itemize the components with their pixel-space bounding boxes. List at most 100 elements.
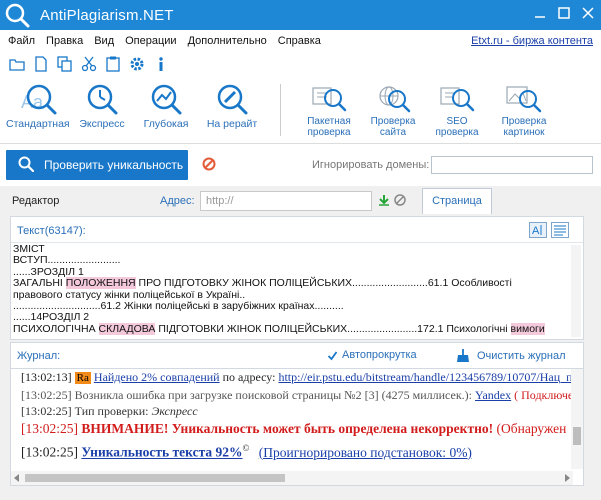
seo-magnifier-icon	[440, 87, 475, 112]
copy-icon[interactable]	[56, 55, 74, 73]
images-check-label-2: картинок	[503, 127, 545, 138]
close-icon[interactable]	[581, 6, 595, 20]
text-format-icon[interactable]: A	[529, 222, 547, 241]
journal-hscrollbar[interactable]	[11, 471, 573, 485]
site-check-label-2: сайта	[379, 127, 407, 138]
text-editor[interactable]: ЗМІСТ ВСТУП......................... ...…	[13, 244, 569, 340]
paste-icon[interactable]	[104, 55, 122, 73]
source-url-link[interactable]: http://eir.pstu.edu/bitstream/handle/123…	[278, 370, 583, 384]
express-check-label: Экспресс	[79, 118, 125, 130]
cut-icon[interactable]	[80, 55, 98, 73]
check-uniqueness-label: Проверить уникальность	[44, 158, 184, 172]
editor-label: Редактор	[12, 195, 60, 207]
tab-page[interactable]: Страница	[422, 188, 492, 214]
text-line: ..............................61.2 Жінки…	[13, 300, 344, 313]
text-scrollbar[interactable]	[571, 245, 581, 337]
clear-journal-label: Очистить журнал	[477, 350, 566, 362]
highlight-match: ПОЛОЖЕННЯ	[65, 277, 136, 290]
stop-check-icon[interactable]	[202, 157, 216, 174]
menu-operations[interactable]: Операции	[125, 35, 176, 47]
scroll-right-icon[interactable]	[565, 474, 570, 482]
autoscroll-checkbox[interactable]: Автопрокрутка	[327, 349, 417, 361]
journal-header: Журнал: Автопрокрутка Очистить журнал	[10, 342, 584, 368]
standard-magnifier-icon: Aa	[21, 84, 57, 115]
text-panel: Текст(63147): A ЗМІСТ ВСТУП.............…	[10, 216, 584, 340]
address-input[interactable]: http://	[200, 191, 372, 211]
text-line: ЗАГАЛЬНІ ПОЛОЖЕННЯ ПРО ПІДГОТОВКУ ЖІНОК …	[13, 277, 512, 290]
uniqueness-result-link[interactable]: Уникальность текста 92%	[81, 445, 242, 460]
express-check-button[interactable]: Экспресс	[76, 82, 128, 130]
svg-text:A: A	[532, 225, 540, 237]
highlight-match: СКЛАДОВА	[98, 322, 156, 335]
check-row: Проверить уникальность Игнорировать доме…	[0, 144, 601, 186]
yandex-link[interactable]: Yandex	[475, 388, 511, 402]
ignored-substitutions-link[interactable]: (Проигнорировано подстановок: 0%)	[259, 445, 472, 460]
matches-link[interactable]: Найдено 2% совпадений	[94, 370, 220, 384]
etxt-link[interactable]: Etxt.ru - биржа контента	[471, 35, 593, 47]
menu-file[interactable]: Файл	[8, 35, 35, 47]
pen-magnifier-icon	[217, 84, 248, 115]
ignore-domains-label: Игнорировать домены:	[312, 159, 430, 171]
check-types-toolbar: Aa Стандартная Экспресс Глубокая На рера…	[0, 76, 601, 144]
deep-check-label: Глубокая	[143, 118, 189, 130]
broom-icon	[457, 349, 469, 362]
standard-check-label: Стандартная	[6, 118, 70, 130]
images-check-label-1: Проверка	[501, 116, 547, 127]
ignore-domains-input[interactable]	[431, 156, 593, 174]
log-entry-warning: [13:02:25] ВНИМАНИЕ! Уникальность может …	[21, 421, 567, 436]
highlight-match: вимоги	[510, 322, 545, 335]
menu-extra[interactable]: Дополнительно	[188, 35, 267, 47]
new-file-icon[interactable]	[32, 55, 50, 73]
log-entry: [13:02:25] Тип проверки: Экспресс	[21, 404, 198, 418]
batch-magnifier-icon	[312, 87, 347, 112]
toolbar-separator	[280, 84, 281, 136]
graph-magnifier-icon	[151, 84, 182, 115]
log-entry-result: [13:02:25] Уникальность текста 92%© (Про…	[21, 443, 472, 460]
menu-help[interactable]: Справка	[278, 35, 321, 47]
seo-check-button[interactable]: SEO проверка	[426, 82, 488, 138]
title-bar: AntiPlagiarism.NET	[0, 0, 601, 30]
text-line: ПСИХОЛОГІЧНА СКЛАДОВА ПІДГОТОВКИ ЖІНОК П…	[13, 322, 545, 335]
image-magnifier-icon	[506, 86, 542, 113]
seo-check-label-1: SEO	[446, 116, 468, 127]
rewrite-check-button[interactable]: На рерайт	[202, 82, 262, 130]
checkmark-icon	[327, 350, 338, 360]
site-check-label-1: Проверка	[370, 116, 416, 127]
window-title: AntiPlagiarism.NET	[40, 6, 174, 24]
editor-header: Редактор Адрес: http:// Страница	[4, 186, 597, 216]
minimize-icon[interactable]	[533, 6, 547, 20]
address-label: Адрес:	[160, 195, 195, 207]
batch-check-button[interactable]: Пакетная проверка	[298, 82, 360, 138]
check-uniqueness-button[interactable]: Проверить уникальность	[6, 150, 188, 180]
clock-magnifier-icon	[87, 84, 118, 115]
site-check-button[interactable]: Проверка сайта	[362, 82, 424, 138]
maximize-icon[interactable]	[557, 6, 571, 20]
deep-check-button[interactable]: Глубокая	[140, 82, 192, 130]
seo-check-label-2: проверка	[435, 127, 479, 138]
settings-gear-icon[interactable]	[128, 55, 146, 73]
small-toolbar	[0, 52, 601, 76]
menu-view[interactable]: Вид	[94, 35, 114, 47]
log-entry: [13:02:25] Возникла ошибка при загрузке …	[21, 388, 583, 402]
open-folder-icon[interactable]	[8, 55, 26, 73]
clear-address-icon[interactable]	[394, 194, 406, 209]
app-logo-icon	[4, 2, 30, 28]
menu-edit[interactable]: Правка	[46, 35, 83, 47]
log-entry: [13:02:13] Ra Найдено 2% совпадений по а…	[21, 370, 583, 385]
ra-badge: Ra	[74, 372, 91, 384]
journal-label: Журнал:	[17, 350, 61, 362]
clear-journal-button[interactable]: Очистить журнал	[455, 349, 566, 363]
download-icon[interactable]	[378, 194, 390, 209]
rewrite-check-label: На рерайт	[206, 118, 258, 130]
standard-check-button[interactable]: Aa Стандартная	[6, 82, 70, 130]
search-icon	[18, 156, 35, 175]
batch-check-label-1: Пакетная	[307, 116, 351, 127]
text-layout-icon[interactable]	[551, 222, 569, 241]
images-check-button[interactable]: Проверка картинок	[492, 82, 556, 138]
info-icon[interactable]	[152, 55, 170, 73]
autoscroll-label: Автопрокрутка	[342, 349, 417, 361]
batch-check-label-2: проверка	[307, 127, 351, 138]
journal-vscrollbar[interactable]	[571, 369, 583, 469]
text-count-label: Текст(63147):	[17, 225, 86, 237]
scroll-left-icon[interactable]	[14, 474, 19, 482]
